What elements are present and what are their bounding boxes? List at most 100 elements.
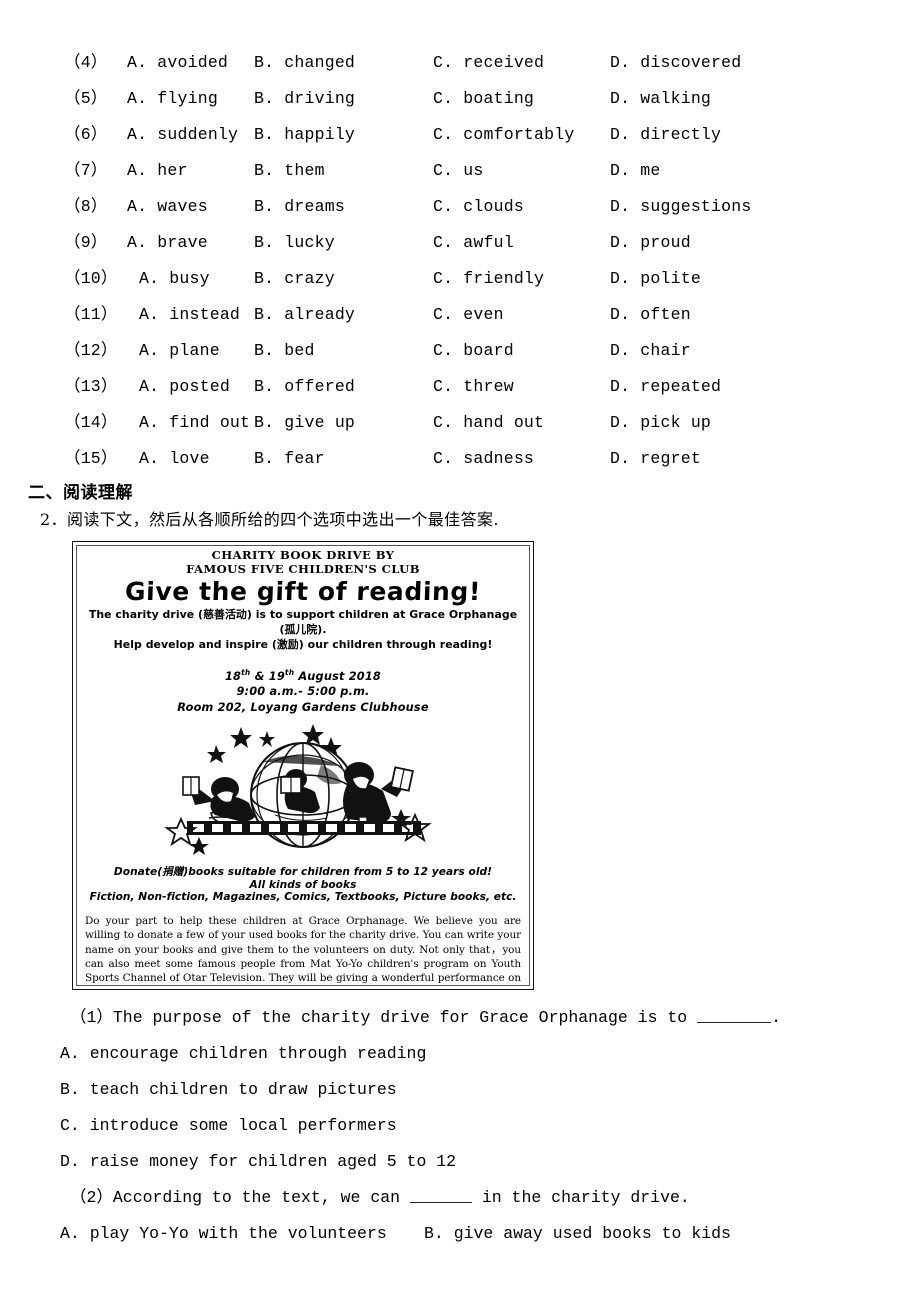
q1-option-d-label[interactable]: D. raise money for children aged 5 to 12 bbox=[60, 1144, 456, 1180]
cloze-option-c[interactable]: C. even bbox=[433, 297, 504, 333]
cloze-option-d[interactable]: D. walking bbox=[610, 81, 711, 117]
cloze-option-b[interactable]: B. happily bbox=[254, 117, 355, 153]
q1-stem-text: （1）The purpose of the charity drive for … bbox=[70, 1008, 698, 1027]
child-reading-left-icon bbox=[182, 776, 255, 825]
cloze-option-c[interactable]: C. sadness bbox=[433, 441, 534, 477]
cloze-option-b[interactable]: B. dreams bbox=[254, 189, 345, 225]
q2-answer-blank[interactable] bbox=[409, 1202, 472, 1203]
cloze-row-number: （13） bbox=[64, 377, 118, 396]
cloze-row: （12） A. plane B. bed C. board D. chair bbox=[0, 333, 920, 369]
poster-kicker-line2: FAMOUS FIVE CHILDREN'S CLUB bbox=[186, 562, 420, 576]
cloze-option-b[interactable]: B. give up bbox=[254, 405, 355, 441]
cloze-option-b[interactable]: B. changed bbox=[254, 45, 355, 81]
cloze-row: （11） A. instead B. already C. even D. of… bbox=[0, 297, 920, 333]
cloze-option-d[interactable]: D. chair bbox=[610, 333, 691, 369]
cloze-row: （7） A. her B. them C. us D. me bbox=[0, 153, 920, 189]
poster-subtitle-line2: Help develop and inspire (激励) our childr… bbox=[113, 638, 493, 651]
cloze-option-b[interactable]: B. lucky bbox=[254, 225, 335, 261]
cloze-option-c[interactable]: C. us bbox=[433, 153, 484, 189]
section-heading: 二、阅读理解 bbox=[28, 483, 133, 503]
cloze-option-c[interactable]: C. clouds bbox=[433, 189, 524, 225]
cloze-option-a[interactable]: A. avoided bbox=[127, 45, 228, 81]
cloze-options-block: （4） A. avoided B. changed C. received D.… bbox=[0, 45, 920, 477]
cloze-row-number: （12） bbox=[64, 341, 118, 360]
cloze-row-number: （15） bbox=[64, 449, 118, 468]
cloze-option-b[interactable]: B. fear bbox=[254, 441, 325, 477]
q1-option-a-label[interactable]: A. encourage children through reading bbox=[60, 1036, 426, 1072]
cloze-option-c[interactable]: C. comfortably bbox=[433, 117, 574, 153]
cloze-option-d[interactable]: D. repeated bbox=[610, 369, 721, 405]
cloze-option-a[interactable]: A. flying bbox=[127, 81, 218, 117]
poster-event-time: 9:00 a.m.- 5:00 p.m. bbox=[236, 685, 370, 699]
cloze-option-c[interactable]: C. boating bbox=[433, 81, 534, 117]
cloze-option-a[interactable]: A. plane bbox=[139, 333, 220, 369]
poster-subtitle-line1: The charity drive (慈善活动) is to support c… bbox=[88, 608, 518, 636]
cloze-row-number: （4） bbox=[64, 53, 108, 72]
cloze-row-number: （10） bbox=[64, 269, 118, 288]
q2-option-b-label[interactable]: B. give away used books to kids bbox=[424, 1216, 731, 1252]
cloze-option-a[interactable]: A. her bbox=[127, 153, 188, 189]
cloze-row-number: （8） bbox=[64, 197, 108, 216]
cloze-option-d[interactable]: D. directly bbox=[610, 117, 721, 153]
q1-option-b-label[interactable]: B. teach children to draw pictures bbox=[60, 1072, 397, 1108]
cloze-row-number: （5） bbox=[64, 89, 108, 108]
cloze-option-b[interactable]: B. them bbox=[254, 153, 325, 189]
poster-body-paragraph: Do your part to help these children at G… bbox=[85, 914, 521, 989]
charity-poster: CHARITY BOOK DRIVE BY FAMOUS FIVE CHILDR… bbox=[72, 541, 534, 990]
poster-title: Give the gift of reading! bbox=[124, 577, 482, 606]
cloze-option-d[interactable]: D. often bbox=[610, 297, 691, 333]
cloze-row: （14） A. find out B. give up C. hand out … bbox=[0, 405, 920, 441]
cloze-row-number: （9） bbox=[64, 233, 108, 252]
cloze-option-d[interactable]: D. polite bbox=[610, 261, 701, 297]
poster-event-details: 18th & 19th August 2018 9:00 a.m.- 5:00 … bbox=[83, 665, 523, 715]
cloze-option-a[interactable]: A. brave bbox=[127, 225, 208, 261]
cloze-row: （13） A. posted B. offered C. threw D. re… bbox=[0, 369, 920, 405]
cloze-option-c[interactable]: C. board bbox=[433, 333, 514, 369]
cloze-option-d[interactable]: D. pick up bbox=[610, 405, 711, 441]
cloze-option-b[interactable]: B. crazy bbox=[254, 261, 335, 297]
cloze-row-number: （14） bbox=[64, 413, 118, 432]
question-intro: 2．阅读下文，然后从各顺所给的四个选项中选出一个最佳答案. bbox=[40, 510, 499, 529]
cloze-option-b[interactable]: B. bed bbox=[254, 333, 315, 369]
q1-option-c-label[interactable]: C. introduce some local performers bbox=[60, 1108, 397, 1144]
cloze-row: （8） A. waves B. dreams C. clouds D. sugg… bbox=[0, 189, 920, 225]
cloze-option-a[interactable]: A. busy bbox=[139, 261, 210, 297]
cloze-option-d[interactable]: D. regret bbox=[610, 441, 701, 477]
cloze-option-d[interactable]: D. me bbox=[610, 153, 661, 189]
cloze-row-number: （6） bbox=[64, 125, 108, 144]
cloze-option-c[interactable]: C. threw bbox=[433, 369, 514, 405]
cloze-option-b[interactable]: B. already bbox=[254, 297, 355, 333]
cloze-row-number: （11） bbox=[64, 305, 118, 324]
film-strip-icon bbox=[187, 821, 421, 836]
poster-kicker-line1: CHARITY BOOK DRIVE BY bbox=[211, 548, 395, 562]
poster-donate-line3: Fiction, Non-fiction, Magazines, Comics,… bbox=[89, 891, 517, 904]
cloze-option-a[interactable]: A. find out bbox=[139, 405, 250, 441]
cloze-option-b[interactable]: B. driving bbox=[254, 81, 355, 117]
q2-option-a-label[interactable]: A. play Yo-Yo with the volunteers bbox=[60, 1216, 387, 1252]
cloze-row-number: （7） bbox=[64, 161, 108, 180]
q2-stem-tail: in the charity drive. bbox=[471, 1188, 690, 1207]
cloze-row: （9） A. brave B. lucky C. awful D. proud bbox=[0, 225, 920, 261]
cloze-option-a[interactable]: A. posted bbox=[139, 369, 230, 405]
cloze-option-a[interactable]: A. waves bbox=[127, 189, 208, 225]
cloze-option-a[interactable]: A. suddenly bbox=[127, 117, 238, 153]
cloze-row: （4） A. avoided B. changed C. received D.… bbox=[0, 45, 920, 81]
cloze-option-a[interactable]: A. instead bbox=[139, 297, 240, 333]
cloze-option-a[interactable]: A. love bbox=[139, 441, 210, 477]
poster-event-date: 18th & 19th August 2018 bbox=[225, 668, 381, 683]
q1-answer-blank[interactable] bbox=[697, 1022, 772, 1023]
cloze-option-c[interactable]: C. friendly bbox=[433, 261, 544, 297]
cloze-option-b[interactable]: B. offered bbox=[254, 369, 355, 405]
cloze-option-c[interactable]: C. hand out bbox=[433, 405, 544, 441]
cloze-option-c[interactable]: C. received bbox=[433, 45, 544, 81]
cloze-row: （5） A. flying B. driving C. boating D. w… bbox=[0, 81, 920, 117]
cloze-row: （6） A. suddenly B. happily C. comfortabl… bbox=[0, 117, 920, 153]
cloze-option-d[interactable]: D. suggestions bbox=[610, 189, 751, 225]
cloze-option-d[interactable]: D. proud bbox=[610, 225, 691, 261]
cloze-option-d[interactable]: D. discovered bbox=[610, 45, 741, 81]
cloze-option-c[interactable]: C. awful bbox=[433, 225, 514, 261]
cloze-row: （15） A. love B. fear C. sadness D. regre… bbox=[0, 441, 920, 477]
q2-stem-text: （2）According to the text, we can bbox=[70, 1188, 410, 1207]
document-page: （4） A. avoided B. changed C. received D.… bbox=[0, 0, 920, 1302]
cloze-row: （10） A. busy B. crazy C. friendly D. pol… bbox=[0, 261, 920, 297]
